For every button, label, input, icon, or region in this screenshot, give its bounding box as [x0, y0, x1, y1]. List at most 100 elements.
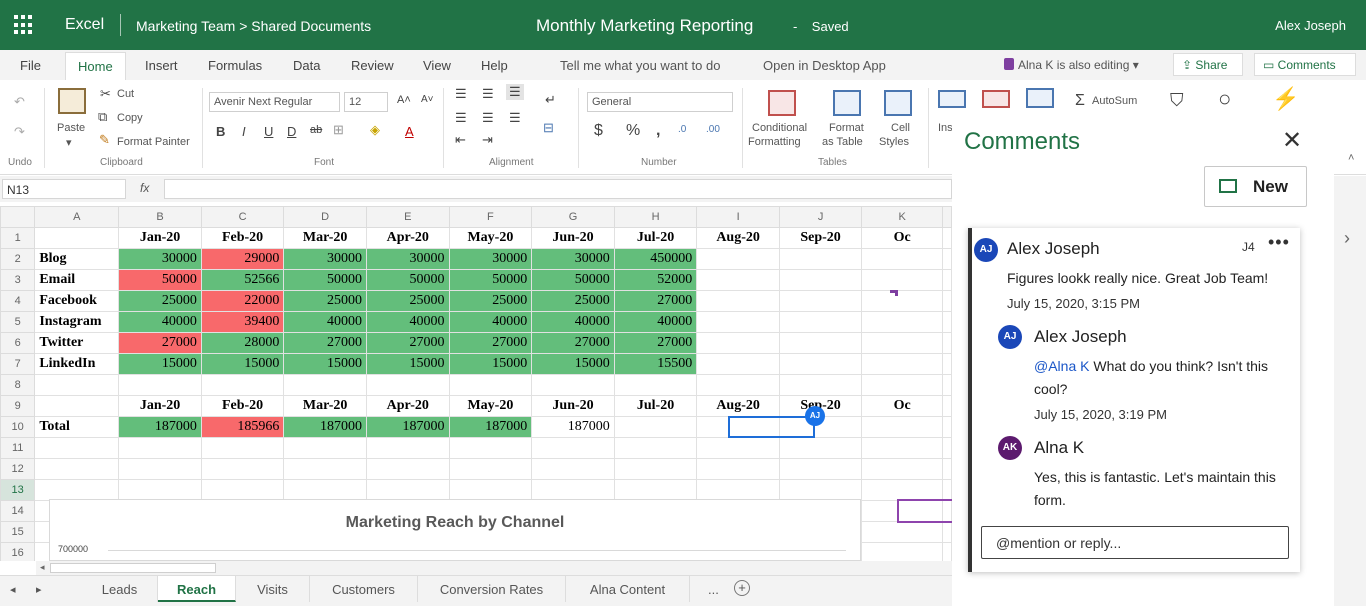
value-cell[interactable]: 15000	[118, 353, 202, 375]
tab-view[interactable]: View	[423, 58, 451, 73]
cell[interactable]	[778, 458, 863, 480]
coauthor-indicator[interactable]: Alna K is also editing ▾	[1004, 58, 1139, 72]
cell[interactable]	[942, 521, 952, 543]
name-box[interactable]: N13	[2, 179, 126, 199]
value-cell[interactable]: 30000	[283, 248, 367, 270]
ideas-icon[interactable]: ⚡	[1272, 86, 1299, 112]
month-header[interactable]: Aug-20	[696, 395, 780, 417]
paste-dropdown-icon[interactable]: ▾	[66, 136, 72, 149]
align-bottom-icon[interactable]: ☰	[506, 84, 524, 100]
channel-label[interactable]: Email	[34, 269, 120, 291]
row-header[interactable]: 1	[0, 227, 36, 249]
cell[interactable]	[861, 311, 943, 333]
undo-icon[interactable]: ↶	[14, 94, 25, 110]
value-cell[interactable]: 39400	[200, 311, 285, 333]
cell[interactable]	[283, 374, 367, 396]
cell[interactable]	[118, 374, 202, 396]
value-cell[interactable]: 27000	[448, 332, 533, 354]
month-header[interactable]: Jun-20	[531, 395, 615, 417]
value-cell[interactable]: 25000	[531, 290, 615, 312]
value-cell[interactable]: 25000	[283, 290, 367, 312]
comment-cell-ref[interactable]: J4	[1242, 240, 1255, 254]
cell[interactable]	[861, 248, 943, 270]
cell[interactable]	[531, 458, 615, 480]
value-cell[interactable]: 30000	[366, 248, 450, 270]
value-cell[interactable]: 22000	[200, 290, 285, 312]
row-header[interactable]: 11	[0, 437, 36, 459]
row-header[interactable]: 15	[0, 521, 36, 543]
cell[interactable]	[34, 458, 120, 480]
month-header[interactable]: Feb-20	[200, 227, 285, 249]
conditional-formatting-label-2[interactable]: Formatting	[748, 136, 801, 148]
document-title[interactable]: Monthly Marketing Reporting	[536, 16, 753, 36]
channel-label[interactable]: Facebook	[34, 290, 120, 312]
total-cell[interactable]: 187000	[118, 416, 202, 438]
cell[interactable]	[696, 353, 780, 375]
cell[interactable]	[942, 416, 952, 438]
cell[interactable]	[778, 248, 863, 270]
horizontal-scrollbar[interactable]: ◂	[36, 561, 952, 575]
collapse-ribbon-icon[interactable]: ˄	[1348, 152, 1354, 164]
month-header[interactable]: Oc	[861, 227, 943, 249]
month-header[interactable]: Mar-20	[283, 227, 367, 249]
cell[interactable]	[778, 353, 863, 375]
sheet-prev-icon[interactable]: ◂	[10, 583, 16, 596]
value-cell[interactable]: 15500	[613, 353, 698, 375]
value-cell[interactable]: 15000	[200, 353, 285, 375]
value-cell[interactable]: 25000	[118, 290, 202, 312]
value-cell[interactable]: 27000	[283, 332, 367, 354]
sheet-tab-reach[interactable]: Reach	[158, 576, 236, 602]
cell[interactable]	[696, 458, 780, 480]
font-size-select[interactable]: 12	[344, 92, 388, 112]
value-cell[interactable]: 27000	[118, 332, 202, 354]
month-header[interactable]: Apr-20	[366, 395, 450, 417]
cell[interactable]	[942, 332, 952, 354]
more-sheets-icon[interactable]: ...	[708, 582, 719, 597]
format-painter-icon[interactable]: ✎	[99, 132, 110, 148]
row-header[interactable]: 16	[0, 542, 36, 561]
cell-styles-label-2[interactable]: Styles	[879, 136, 909, 148]
conditional-formatting-label-1[interactable]: Conditional	[752, 122, 807, 134]
value-cell[interactable]: 28000	[200, 332, 285, 354]
fill-color-icon[interactable]: ◈	[370, 122, 380, 138]
value-cell[interactable]: 40000	[283, 311, 367, 333]
reply-input[interactable]: @mention or reply...	[981, 526, 1289, 559]
month-header[interactable]: Jul-20	[613, 227, 698, 249]
align-middle-icon[interactable]: ☰	[482, 86, 494, 102]
value-cell[interactable]: 50000	[366, 269, 450, 291]
value-cell[interactable]: 40000	[531, 311, 615, 333]
month-header[interactable]: Oc	[861, 395, 943, 417]
value-cell[interactable]: 29000	[200, 248, 285, 270]
month-header[interactable]: Jan-20	[118, 227, 202, 249]
format-as-table-label-2[interactable]: as Table	[822, 136, 863, 148]
increase-decimal-icon[interactable]: .0	[678, 124, 686, 135]
cell[interactable]	[861, 458, 943, 480]
copy-label[interactable]: Copy	[117, 112, 143, 124]
borders-icon[interactable]: ⊞	[333, 122, 344, 138]
row-header[interactable]: 14	[0, 500, 36, 522]
merge-center-icon[interactable]: ⊟	[543, 120, 554, 136]
column-header[interactable]: F	[448, 206, 533, 228]
insert-cells-icon[interactable]	[938, 90, 966, 108]
column-header[interactable]: E	[366, 206, 450, 228]
month-header[interactable]: Mar-20	[283, 395, 367, 417]
sheet-tab-visits[interactable]: Visits	[236, 576, 310, 602]
app-name[interactable]: Excel	[65, 16, 104, 34]
month-header[interactable]: Aug-20	[696, 227, 780, 249]
value-cell[interactable]: 27000	[531, 332, 615, 354]
column-header[interactable]: J	[778, 206, 863, 228]
value-cell[interactable]: 50000	[531, 269, 615, 291]
cell[interactable]	[200, 374, 285, 396]
cell[interactable]	[613, 479, 698, 501]
cell[interactable]	[861, 269, 943, 291]
cell[interactable]	[696, 269, 780, 291]
cell[interactable]	[778, 311, 863, 333]
cell[interactable]	[861, 479, 943, 501]
tab-file[interactable]: File	[20, 58, 41, 73]
comment-thread[interactable]: AJ Alex Joseph J4 ••• Figures lookk real…	[968, 228, 1300, 572]
cell-styles-icon[interactable]	[884, 90, 912, 116]
row-header[interactable]: 9	[0, 395, 36, 417]
column-header[interactable]	[942, 206, 952, 228]
cell[interactable]	[696, 374, 780, 396]
user-name[interactable]: Alex Joseph	[1275, 18, 1346, 33]
